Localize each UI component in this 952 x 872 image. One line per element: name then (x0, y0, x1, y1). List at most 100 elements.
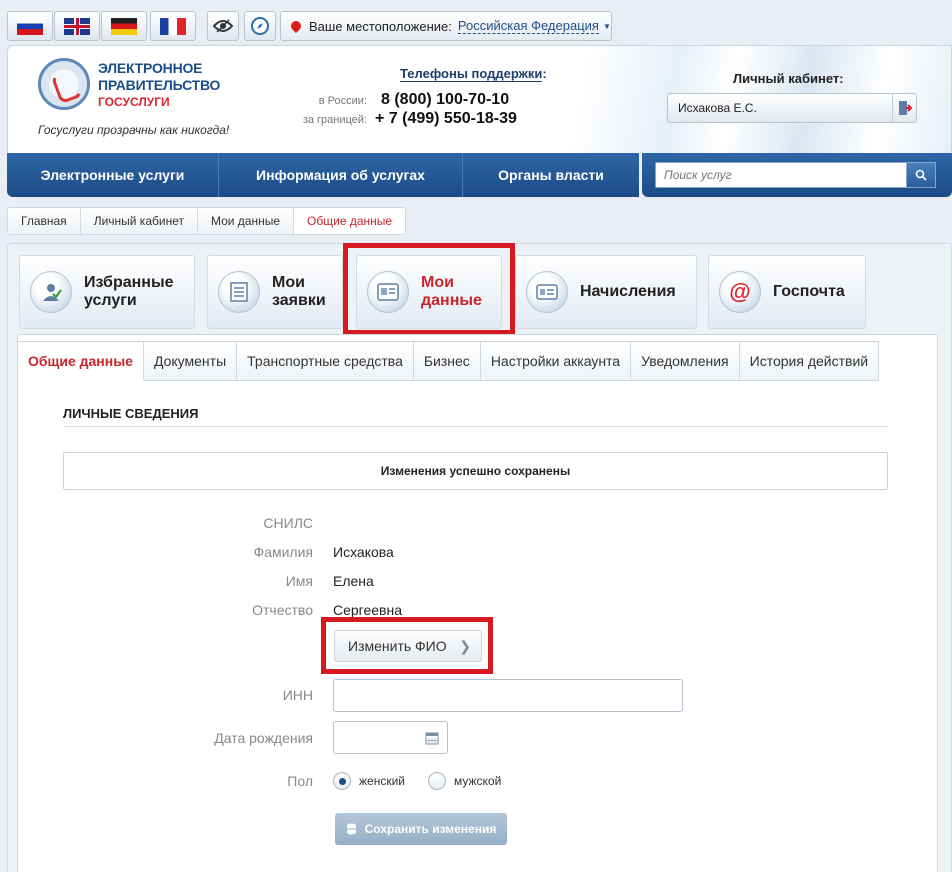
cabinet-user-name: Исхакова Е.С. (678, 101, 757, 115)
phone-label: за границей: (302, 114, 367, 126)
bigtab-label: Избранные услуги (84, 274, 174, 309)
slogan: Госуслуги прозрачны как никогда! (38, 123, 230, 137)
name-value: Елена (333, 573, 374, 589)
birthdate-input[interactable] (333, 721, 448, 754)
bigtab-label: Мои данные (421, 274, 482, 309)
tab-business[interactable]: Бизнес (413, 341, 481, 381)
logo-line-2: ПРАВИТЕЛЬСТВО (98, 77, 221, 93)
tab-account-settings[interactable]: Настройки аккаунта (480, 341, 632, 381)
search-icon (915, 169, 927, 181)
change-fio-button[interactable]: Изменить ФИО ❯ (334, 630, 482, 662)
breadcrumb: Главная Личный кабинет Мои данные Общие … (7, 207, 407, 235)
favorites-person-icon (30, 271, 72, 313)
nav-electronic-services[interactable]: Электронные услуги (7, 153, 219, 197)
tab-documents[interactable]: Документы (143, 341, 238, 381)
database-icon (346, 823, 356, 835)
gender-female-radio[interactable] (333, 772, 351, 790)
location-value[interactable]: Российская Федерация (457, 18, 599, 34)
bigtab-favorites[interactable]: Избранные услуги (19, 255, 195, 329)
gosuslugi-logo-icon[interactable] (38, 58, 90, 110)
change-fio-label: Изменить ФИО (348, 638, 447, 654)
birthdate-label: Дата рождения (214, 730, 313, 746)
logo-line-3: ГОСУСЛУГИ (98, 95, 170, 109)
bigtab-gospochta[interactable]: @ Госпочта (708, 255, 866, 329)
compass-button[interactable] (244, 11, 276, 41)
flag-france-icon (160, 17, 186, 35)
logout-button[interactable] (892, 94, 916, 122)
flag-russia-icon (17, 17, 43, 35)
nav-authorities[interactable]: Органы власти (463, 153, 639, 197)
logo-line-1: ЭЛЕКТРОННОЕ (98, 60, 203, 76)
bigtab-label: Начисления (580, 283, 676, 300)
phone-russia: в России: 8 (800) 100-70-10 (293, 91, 509, 109)
compass-icon (251, 17, 269, 35)
logout-door-icon (898, 101, 912, 115)
site-header: ЭЛЕКТРОННОЕ ПРАВИТЕЛЬСТВО ГОСУСЛУГИ Госу… (7, 45, 952, 153)
mail-at-icon: @ (719, 271, 761, 313)
chevron-right-icon: ❯ (459, 638, 471, 654)
search-box (642, 153, 952, 197)
save-changes-label: Сохранить изменения (364, 822, 497, 836)
location-selector[interactable]: Ваше местоположение: Российская Федераци… (280, 11, 612, 41)
phone-number: 8 (800) 100-70-10 (381, 91, 510, 108)
charges-icon (526, 271, 568, 313)
breadcrumb-cabinet[interactable]: Личный кабинет (80, 208, 198, 234)
support-link[interactable]: Телефоны поддержки (400, 66, 543, 82)
inn-input[interactable] (333, 679, 683, 712)
search-button[interactable] (907, 162, 936, 188)
applications-list-icon (218, 271, 260, 313)
breadcrumb-home[interactable]: Главная (8, 208, 81, 234)
top-bar: Ваше местоположение: Российская Федераци… (0, 0, 952, 44)
language-ru-button[interactable] (7, 11, 53, 41)
bigtab-charges[interactable]: Начисления (515, 255, 697, 329)
gender-female-label[interactable]: женский (359, 774, 405, 788)
low-vision-eye-icon (213, 19, 233, 33)
nav-services-info[interactable]: Информация об услугах (219, 153, 463, 197)
name-label: Имя (285, 573, 313, 589)
location-label: Ваше местоположение: (309, 18, 452, 34)
gender-label: Пол (287, 773, 313, 789)
bigtab-my-applications[interactable]: Мои заявки (207, 255, 343, 329)
language-fr-button[interactable] (150, 11, 196, 41)
chevron-down-icon: ▼ (602, 21, 611, 31)
patronymic-label: Отчество (252, 602, 313, 618)
main-navigation: Электронные услуги Информация об услугах… (7, 153, 639, 197)
success-notice: Изменения успешно сохранены (63, 452, 888, 490)
gender-male-radio[interactable] (428, 772, 446, 790)
surname-label: Фамилия (253, 544, 313, 560)
gender-male-label[interactable]: мужской (454, 774, 501, 788)
phone-label: в России: (318, 95, 367, 107)
phone-number: + 7 (499) 550-18-39 (375, 110, 517, 127)
my-data-card-icon (367, 271, 409, 313)
phone-abroad: за границей: + 7 (499) 550-18-39 (293, 110, 517, 128)
bigtab-label: Мои заявки (272, 274, 326, 309)
support-title: Телефоны поддержки: (400, 66, 547, 82)
bigtab-label: Госпочта (773, 283, 845, 300)
tab-history[interactable]: История действий (739, 341, 880, 381)
section-title: ЛИЧНЫЕ СВЕДЕНИЯ (63, 406, 199, 421)
inn-label: ИНН (282, 687, 313, 703)
section-divider (63, 426, 888, 427)
calendar-icon[interactable] (425, 731, 439, 745)
patronymic-value: Сергеевна (333, 602, 403, 618)
tab-notifications[interactable]: Уведомления (631, 341, 740, 381)
snils-label: СНИЛС (263, 515, 313, 531)
cabinet-user-button[interactable]: Исхакова Е.С. (667, 93, 917, 123)
tab-general[interactable]: Общие данные (17, 341, 144, 381)
location-pin-icon (288, 18, 304, 34)
language-en-button[interactable] (54, 11, 100, 41)
low-vision-button[interactable] (207, 11, 239, 41)
surname-value: Исхакова (333, 544, 394, 560)
support-colon: : (542, 66, 547, 81)
breadcrumb-current: Общие данные (294, 208, 406, 234)
subtabs: Общие данные Документы Транспортные сред… (17, 341, 880, 381)
breadcrumb-my-data[interactable]: Мои данные (197, 208, 295, 234)
search-input[interactable] (655, 162, 907, 188)
flag-uk-icon (64, 17, 90, 35)
language-de-button[interactable] (101, 11, 147, 41)
bigtab-my-data[interactable]: Мои данные (356, 255, 502, 329)
tab-vehicles[interactable]: Транспортные средства (237, 341, 414, 381)
save-changes-button[interactable]: Сохранить изменения (335, 813, 507, 845)
flag-germany-icon (111, 17, 137, 35)
cabinet-title: Личный кабинет: (733, 71, 844, 86)
